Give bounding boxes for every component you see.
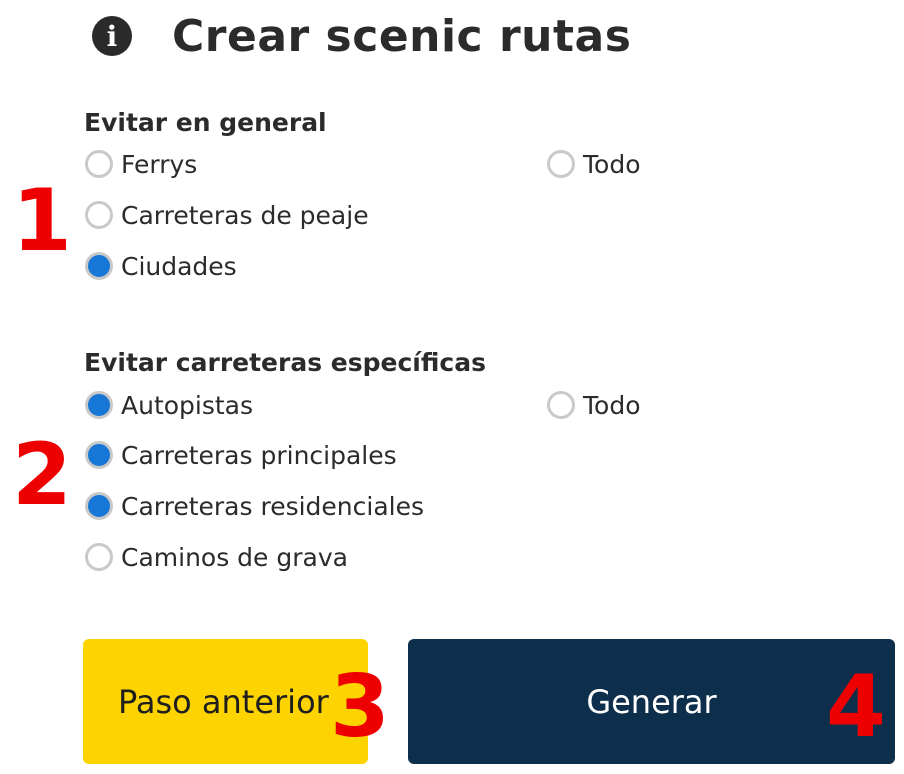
radio-label: Carreteras de peaje xyxy=(121,200,369,230)
radio-circle[interactable] xyxy=(547,150,575,178)
radio-label: Autopistas xyxy=(121,390,254,420)
radio-label: Ciudades xyxy=(121,251,237,281)
generate-button[interactable]: Generar xyxy=(408,639,895,764)
radio-label: Todo xyxy=(583,149,641,179)
radio-label: Ferrys xyxy=(121,149,198,179)
radio-todo-specific[interactable]: Todo xyxy=(547,387,640,423)
radio-carreteras-de-peaje[interactable]: Carreteras de peaje xyxy=(85,197,369,233)
radio-carreteras-principales[interactable]: Carreteras principales xyxy=(85,437,397,473)
radio-label: Carreteras principales xyxy=(121,440,397,470)
radio-circle[interactable] xyxy=(547,391,575,419)
radio-caminos-de-grava[interactable]: Caminos de grava xyxy=(85,539,348,575)
radio-autopistas[interactable]: Autopistas xyxy=(85,387,253,423)
annotation-marker-2: 2 xyxy=(12,425,72,525)
header: i Crear scenic rutas xyxy=(92,6,631,66)
radio-circle[interactable] xyxy=(85,391,113,419)
section-title-specific: Evitar carreteras específicas xyxy=(84,348,486,377)
previous-step-label: Paso anterior xyxy=(118,682,329,721)
radio-circle[interactable] xyxy=(85,201,113,229)
annotation-marker-1: 1 xyxy=(12,171,72,271)
radio-label: Caminos de grava xyxy=(121,542,348,572)
radio-carreteras-residenciales[interactable]: Carreteras residenciales xyxy=(85,488,424,524)
radio-circle[interactable] xyxy=(85,543,113,571)
section-title-general: Evitar en general xyxy=(84,108,327,137)
page-title: Crear scenic rutas xyxy=(172,10,632,62)
annotation-marker-4: 4 xyxy=(826,657,886,757)
radio-circle[interactable] xyxy=(85,252,113,280)
radio-ciudades[interactable]: Ciudades xyxy=(85,248,237,284)
generate-label: Generar xyxy=(586,682,717,721)
radio-ferrys[interactable]: Ferrys xyxy=(85,146,197,182)
radio-label: Todo xyxy=(583,390,641,420)
previous-step-button[interactable]: Paso anterior xyxy=(83,639,368,764)
annotation-marker-3: 3 xyxy=(330,657,390,757)
radio-circle[interactable] xyxy=(85,492,113,520)
radio-circle[interactable] xyxy=(85,441,113,469)
info-icon: i xyxy=(92,16,132,56)
radio-circle[interactable] xyxy=(85,150,113,178)
radio-label: Carreteras residenciales xyxy=(121,491,425,521)
radio-todo-general[interactable]: Todo xyxy=(547,146,640,182)
